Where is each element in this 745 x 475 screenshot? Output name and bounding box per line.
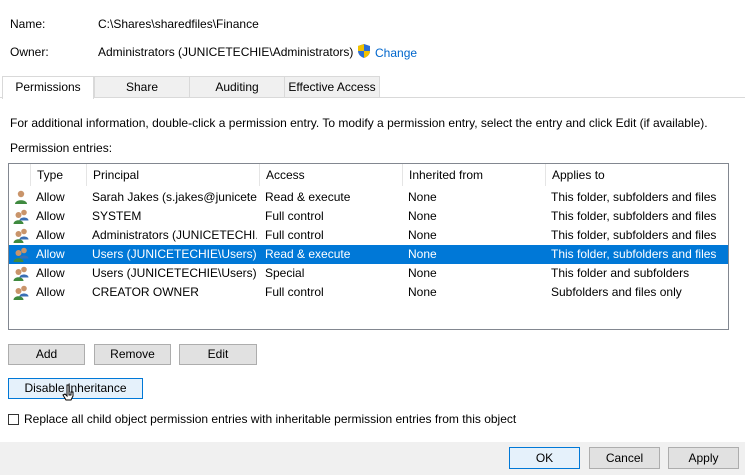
permission-entry-row[interactable]: Allow Users (JUNICETECHIE\Users) Read & ex… (9, 245, 728, 264)
tab-strip: Permissions Share Auditing Effective Acc… (0, 76, 745, 99)
entry-inherited: None (408, 285, 437, 299)
entry-inherited: None (408, 228, 437, 242)
entry-applies: This folder, subfolders and files (551, 228, 717, 242)
entry-principal: Users (JUNICETECHIE\Users) (92, 266, 257, 280)
column-header-access[interactable]: Access (260, 164, 403, 186)
entry-principal: Users (JUNICETECHIE\Users) (92, 247, 257, 261)
apply-button[interactable]: Apply (668, 447, 739, 469)
entry-applies: This folder and subfolders (551, 266, 690, 280)
entry-inherited: None (408, 190, 437, 204)
entry-applies: This folder, subfolders and files (551, 247, 717, 261)
entry-principal: Sarah Jakes (s.jakes@junicete... (92, 190, 257, 204)
dialog-footer: OK Cancel Apply (0, 442, 745, 475)
owner-label: Owner: (10, 45, 49, 59)
tab-permissions-label: Permissions (15, 80, 81, 94)
entry-type: Allow (36, 209, 65, 223)
entry-type: Allow (36, 266, 65, 280)
permission-entry-row[interactable]: Allow Sarah Jakes (s.jakes@junicete... Rea… (9, 188, 728, 207)
entry-applies: This folder, subfolders and files (551, 209, 717, 223)
entry-access: Special (265, 266, 305, 280)
permission-entry-row[interactable]: Allow Administrators (JUNICETECHI... Full … (9, 226, 728, 245)
instructions-text: For additional information, double-click… (10, 116, 708, 130)
replace-child-entries-option[interactable]: Replace all child object permission entr… (8, 412, 516, 426)
edit-button[interactable]: Edit (179, 344, 257, 365)
entry-inherited: None (408, 247, 437, 261)
group-icon (13, 265, 30, 282)
user-icon (13, 189, 30, 206)
name-label: Name: (10, 17, 46, 31)
column-header-type[interactable]: Type (31, 164, 87, 186)
uac-shield-icon (356, 43, 372, 62)
tab-divider (0, 97, 745, 98)
tab-auditing-label: Auditing (215, 80, 259, 94)
entry-inherited: None (408, 209, 437, 223)
cancel-button[interactable]: Cancel (589, 447, 660, 469)
group-icon (13, 284, 30, 301)
entry-applies: Subfolders and files only (551, 285, 682, 299)
group-icon (13, 227, 30, 244)
add-button[interactable]: Add (8, 344, 85, 365)
entry-access: Read & execute (265, 190, 351, 204)
tab-share-label: Share (125, 80, 159, 94)
entry-principal: CREATOR OWNER (92, 285, 199, 299)
column-header-icon[interactable] (9, 164, 31, 186)
permission-entry-row[interactable]: Allow CREATOR OWNER Full control None Subfol… (9, 283, 728, 302)
disable-inheritance-button[interactable]: Disable inheritance (8, 378, 143, 399)
permission-entries-label: Permission entries: (10, 141, 113, 155)
group-icon (13, 208, 30, 225)
change-owner-link[interactable]: Change (356, 43, 417, 62)
entry-type: Allow (36, 285, 65, 299)
change-link-label: Change (375, 45, 418, 60)
tab-permissions[interactable]: Permissions (2, 76, 94, 99)
entry-principal: Administrators (JUNICETECHI... (92, 228, 257, 242)
permission-entries-list[interactable]: Type Principal Access Inherited from App… (8, 163, 729, 330)
entry-access: Full control (265, 285, 324, 299)
tab-share[interactable]: Share (94, 76, 190, 97)
owner-value: Administrators (JUNICETECHIE\Administrat… (98, 45, 354, 59)
advanced-security-settings-dialog: Name: C:\Shares\sharedfiles\Finance Owne… (0, 0, 745, 475)
tab-auditing[interactable]: Auditing (189, 76, 285, 97)
column-header-inherited-from[interactable]: Inherited from (403, 164, 546, 186)
entry-applies: This folder, subfolders and files (551, 190, 717, 204)
entry-access: Full control (265, 228, 324, 242)
column-header-applies-to[interactable]: Applies to (546, 164, 728, 186)
permission-entry-row[interactable]: Allow SYSTEM Full control None This folder, … (9, 207, 728, 226)
tab-effective-access-label: Effective Access (288, 80, 376, 94)
tab-effective-access[interactable]: Effective Access (284, 76, 380, 97)
column-header-principal[interactable]: Principal (87, 164, 260, 186)
entry-access: Full control (265, 209, 324, 223)
entry-inherited: None (408, 266, 437, 280)
ok-button[interactable]: OK (509, 447, 580, 469)
entry-type: Allow (36, 247, 65, 261)
remove-button[interactable]: Remove (94, 344, 171, 365)
entry-type: Allow (36, 190, 65, 204)
entry-principal: SYSTEM (92, 209, 142, 223)
name-value: C:\Shares\sharedfiles\Finance (98, 17, 259, 31)
replace-child-entries-checkbox[interactable] (8, 413, 19, 425)
replace-child-entries-label: Replace all child object permission entr… (24, 412, 517, 426)
permission-entry-row[interactable]: Allow Users (JUNICETECHIE\Users) Special No… (9, 264, 728, 283)
entry-type: Allow (36, 228, 65, 242)
group-icon (13, 246, 30, 263)
entry-access: Read & execute (265, 247, 351, 261)
